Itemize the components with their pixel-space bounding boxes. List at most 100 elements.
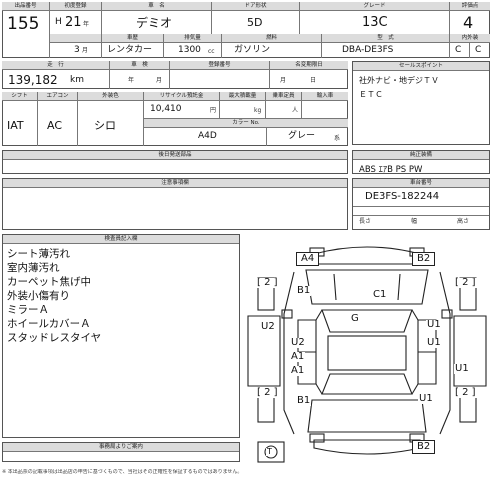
dim-length-label: 長さ <box>359 218 372 225</box>
year-unit: 年 <box>83 21 90 28</box>
recycle-cell: リサイクル預託金 10,410 円 <box>144 92 220 119</box>
shift-value: IAT <box>7 119 24 132</box>
car-diagram: A4 B2 [ 2 ] [ 2 ] B1 C1 G U2 U2 U1 A1 U1… <box>244 234 490 464</box>
selling-points-header: セールスポイント <box>353 62 489 71</box>
wheel-rating-fl: [ 2 ] <box>256 277 279 288</box>
inspector-notes: シート薄汚れ 室内薄汚れ カーペット焦げ中 外装小傷有り ミラーＡ ホイールカバ… <box>7 247 101 345</box>
damage-u1-right-side: U1 <box>426 319 442 330</box>
damage-u2-left-side: U2 <box>260 321 276 332</box>
wheel-rating-fr: [ 2 ] <box>454 277 477 288</box>
inspector-note-line: スタッドレスタイヤ <box>7 332 102 344</box>
type-header: 型 式 <box>322 34 449 43</box>
recycle-header: リサイクル預託金 <box>144 92 219 101</box>
capacity-cell: 乗車定員 人 <box>266 92 302 119</box>
spare-tire-label: T <box>266 447 273 456</box>
score-value: 4 <box>463 13 474 32</box>
reg-year-cell: 初度登録 H 21 年 <box>50 2 102 34</box>
cc-unit: cc <box>208 48 215 55</box>
damage-u1-right-rear: U1 <box>454 363 470 374</box>
type-value: DBA-DE3FS <box>342 45 394 55</box>
import-cell: 輸入車 <box>302 92 348 119</box>
fuel-header: 燃料 <box>222 34 321 43</box>
chassis-box: 車台番号 DE3FS-182244 長さ 幅 高さ <box>352 178 490 230</box>
color-cell: 外装色 シロ <box>78 92 144 146</box>
selling-points-box: セールスポイント 社外ナビ・地デジＴＶ ＥＴＣ <box>352 61 490 145</box>
name-change-header: 名変期限日 <box>270 61 348 70</box>
name-change-month-unit: 月 <box>280 77 287 84</box>
inspector-note-line: シート薄汚れ <box>7 248 70 260</box>
grade-header: グレード <box>300 2 449 11</box>
era: H <box>55 17 62 27</box>
cc-cell: 排気量 1300 cc <box>164 34 222 58</box>
damage-b2-rear: B2 <box>412 440 436 454</box>
shift-cell: シフト IAT <box>2 92 38 146</box>
model-cell: 車 名 デミオ <box>102 2 212 34</box>
mileage-unit: km <box>70 75 84 85</box>
color-value: シロ <box>94 119 116 132</box>
notes-header: 注意事項欄 <box>3 179 347 188</box>
mileage-value: 139,182 <box>8 73 58 87</box>
damage-b2-front: B2 <box>412 252 436 266</box>
reg-year-header: 初度登録 <box>50 2 101 11</box>
reg-year: 21 <box>65 15 82 30</box>
damage-u1-rear-right: U1 <box>418 393 434 404</box>
score-header: 評価点 <box>450 2 490 11</box>
use-header: 車歴 <box>102 34 163 43</box>
month-spacer <box>50 34 101 43</box>
fuel-value: ガソリン <box>234 45 271 55</box>
office-header: 事務局よりご案内 <box>3 443 239 452</box>
use-value: レンタカー <box>107 45 153 55</box>
dim-width-label: 幅 <box>411 218 418 225</box>
damage-g-windshield: G <box>350 313 360 324</box>
int-ext-header: 内外装 <box>450 34 490 43</box>
name-change-day-unit: 日 <box>310 77 317 84</box>
inspection-month-unit: 月 <box>156 77 163 84</box>
damage-u1-right-door: U1 <box>426 337 442 348</box>
selling-point-1: 社外ナビ・地デジＴＶ <box>359 76 439 85</box>
interior-grade: C <box>455 45 462 55</box>
grade-cell: グレード 13C <box>300 2 450 34</box>
cc-header: 排気量 <box>164 34 221 43</box>
ac-header: エアコン <box>38 92 77 101</box>
lot-number: 155 <box>7 14 40 34</box>
score-cell: 評価点 4 <box>450 2 490 34</box>
interior-color: グレー <box>288 131 316 141</box>
color-no-cell: カラー No. A4D グレー 系 <box>144 119 348 146</box>
model-header: 車 名 <box>102 2 211 11</box>
name-change-cell: 名変期限日 月 日 <box>270 61 348 89</box>
lot-number-cell: 出品番号 155 <box>2 2 50 58</box>
damage-a1-left-door: A1 <box>290 351 306 362</box>
capacity-unit: 人 <box>292 107 299 114</box>
inspection-cell: 車 検 年 月 <box>110 61 170 89</box>
capacity-header: 乗車定員 <box>266 92 301 101</box>
wheel-rating-rl: [ 2 ] <box>256 387 279 398</box>
month-cell: 3 月 <box>50 34 102 58</box>
month-unit: 月 <box>82 47 89 54</box>
max-load-cell: 最大積載量 kg <box>220 92 266 119</box>
cc-value: 1300 <box>178 45 201 55</box>
int-ext-cell: 内外装 C C <box>450 34 490 58</box>
lot-number-header: 出品番号 <box>2 2 49 11</box>
recycle-value: 10,410 <box>150 104 182 114</box>
color-no-value: A4D <box>198 131 217 141</box>
exterior-grade: C <box>475 45 482 55</box>
max-load-unit: kg <box>254 107 262 114</box>
damage-a1-left-rear: A1 <box>290 365 306 376</box>
selling-point-2: ＥＴＣ <box>359 90 383 99</box>
wheel-rating-rr: [ 2 ] <box>454 387 477 398</box>
max-load-header: 最大積載量 <box>220 92 265 101</box>
damage-u2-left-door: U2 <box>290 337 306 348</box>
later-docs-box: 後日発送部品 <box>2 150 348 174</box>
later-docs-header: 後日発送部品 <box>3 151 347 160</box>
mileage-header: 走 行 <box>2 61 109 70</box>
chassis-header: 車台番号 <box>353 179 489 188</box>
color-no-header: カラー No. <box>144 119 348 128</box>
genuine-equipment-box: 純正装備 ABS ｴｱB PS PW <box>352 150 490 175</box>
grade-value: 13C <box>362 15 388 30</box>
genuine-equipment-header: 純正装備 <box>353 151 489 160</box>
inspection-header: 車 検 <box>110 61 169 70</box>
inspector-box: 検査員記入欄 シート薄汚れ 室内薄汚れ カーペット焦げ中 外装小傷有り ミラーＡ… <box>2 234 240 438</box>
ac-value: AC <box>47 119 63 132</box>
footer-note: ※ 本出品票の記載事項は出品店の申告に基づくもので、当社はその正確性を保証するも… <box>2 469 243 475</box>
model-name: デミオ <box>136 16 173 30</box>
